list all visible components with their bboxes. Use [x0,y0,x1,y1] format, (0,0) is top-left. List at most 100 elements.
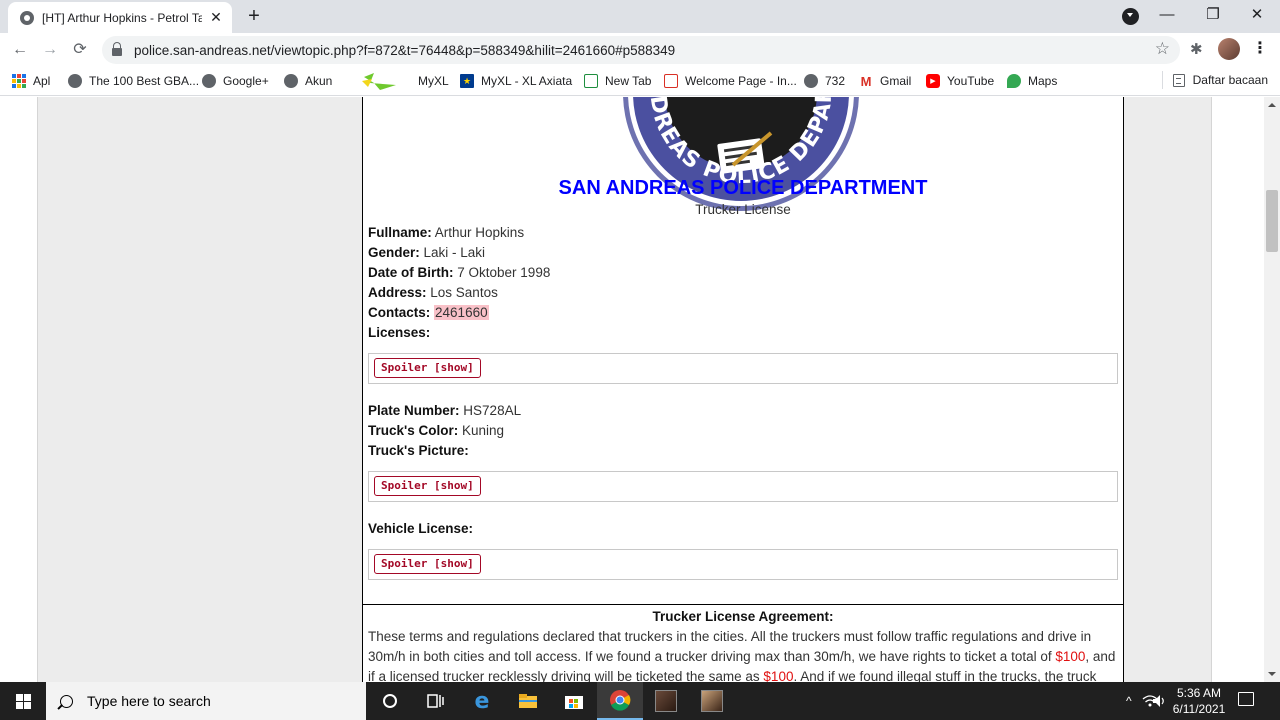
forward-arrow-icon[interactable]: → [38,38,62,62]
reload-icon[interactable]: ⟳ [68,38,92,62]
menu-kebab-icon[interactable]: ⋮ [1250,38,1270,58]
licenses-row: Licenses: [368,325,430,340]
clock-time: 5:36 AM [1176,686,1222,700]
field-label: Vehicle License: [368,521,474,536]
minimize-button[interactable]: — [1144,0,1190,32]
back-arrow-icon[interactable]: ← [8,38,32,62]
field-label: Truck's Color: [368,423,459,438]
dob-row: Date of Birth: 7 Oktober 1998 [368,265,550,280]
scroll-up-arrow-icon[interactable] [1268,103,1276,107]
license-type: Trucker License [695,202,791,217]
system-clock[interactable]: 5:36 AM 6/11/2021 [1166,685,1232,717]
taskbar-search-box[interactable]: Type here to search [46,682,366,720]
bookmark-label: YouTube [947,74,995,88]
search-icon [60,694,73,708]
bookmark-label: Apl [33,74,51,88]
bookmark-label: MyXL - XL Axiata [481,74,573,88]
apps-grid-icon [12,74,26,88]
spoiler-box: Spoiler [show] [368,471,1118,502]
bookmark-apps[interactable]: Apl [12,71,50,91]
bookmark-star-icon[interactable]: ☆ [1155,39,1170,59]
myxl-icon [362,73,396,90]
page-viewport: SAN ANDREAS POLICE DEPARTMENT SAN ANDREA… [0,97,1264,682]
field-label: Address: [368,285,427,300]
task-view-icon[interactable] [413,682,459,720]
tab-strip: [HT] Arthur Hopkins - Petrol Tank ✕ + — … [0,0,1280,33]
file-explorer-icon[interactable] [505,682,551,720]
bookmark-item[interactable]: ★ MyXL - XL Axiata [460,71,572,91]
contacts-value-highlight: 2461660 [434,305,489,320]
globe-icon [804,74,818,88]
bookmark-item[interactable]: Welcome Page - In... [664,71,797,91]
bookmark-label: Welcome Page - In... [685,74,797,88]
address-bar[interactable]: police.san-andreas.net/viewtopic.php?f=8… [102,36,1180,64]
bookmark-item[interactable]: The 100 Best GBA... [68,71,199,91]
edge-browser-icon[interactable]: e [459,682,505,720]
url-text[interactable]: police.san-andreas.net/viewtopic.php?f=8… [134,43,675,58]
bookmark-item[interactable]: Akun [284,71,332,91]
address-value: Los Santos [430,285,498,300]
field-label: Plate Number: [368,403,460,418]
bookmark-item[interactable]: Maps [1007,71,1057,91]
globe-icon [68,74,82,88]
agreement-title: Trucker License Agreement: [652,609,834,624]
windows-start-icon[interactable] [0,682,46,720]
bookmark-label: MyXL [418,74,449,88]
tab-search-icon[interactable] [1122,8,1139,25]
fine-amount: $100 [763,669,794,682]
spoiler-show-button[interactable]: Spoiler [show] [374,554,481,574]
license-agreement-box: Trucker License Agreement: These terms a… [362,604,1124,682]
reading-list-label: Daftar bacaan [1192,73,1268,87]
field-label: Contacts: [368,305,431,320]
bookmark-item[interactable]: M Gmail [859,71,912,91]
cortana-circle-icon[interactable] [367,682,413,720]
scroll-down-arrow-icon[interactable] [1268,672,1276,676]
new-tab-button[interactable]: + [244,5,264,28]
youtube-icon: ▶ [926,74,940,88]
field-label: Truck's Picture: [368,443,469,458]
profile-avatar[interactable] [1218,38,1240,60]
fullname-value: Arthur Hopkins [434,225,525,240]
lock-icon[interactable] [112,42,122,56]
home-icon [664,74,678,88]
globe-icon [284,74,298,88]
bookmark-label: Akun [305,74,333,88]
window-close-button[interactable]: ✕ [1234,0,1280,32]
dob-value: 7 Oktober 1998 [457,265,551,280]
gender-row: Gender: Laki - Laki [368,245,485,260]
browser-toolbar: ← → ⟳ police.san-andreas.net/viewtopic.p… [0,33,1280,66]
game-app-icon[interactable] [689,682,735,720]
plate-value: HS728AL [463,403,522,418]
bookmark-item[interactable]: Google+ [202,71,269,91]
newtab-icon [584,74,598,88]
tab-close-button[interactable]: ✕ [208,9,224,26]
tab-title: [HT] Arthur Hopkins - Petrol Tank [42,10,202,25]
vertical-scrollbar[interactable] [1264,97,1280,682]
reading-list[interactable]: Daftar bacaan [1161,71,1268,89]
spoiler-box: Spoiler [show] [368,353,1118,384]
microsoft-store-icon[interactable] [551,682,597,720]
bookmark-item[interactable]: 732 [804,71,845,91]
address-row: Address: Los Santos [368,285,498,300]
plate-row: Plate Number: HS728AL [368,403,521,418]
spoiler-show-button[interactable]: Spoiler [show] [374,476,481,496]
bookmark-item[interactable]: ▶ YouTube [926,71,994,91]
chrome-taskbar-icon[interactable] [597,682,643,720]
department-title: SAN ANDREAS POLICE DEPARTMENT [558,177,928,199]
scrollbar-thumb[interactable] [1266,190,1278,252]
extensions-puzzle-icon[interactable]: ✱ [1190,40,1203,58]
notification-center-icon[interactable] [1238,692,1254,706]
volume-icon[interactable] [1152,682,1166,720]
gmail-icon: M [860,73,872,89]
show-hidden-icons-chevron-icon[interactable]: ^ [1126,682,1132,720]
windows-taskbar: Type here to search e ^ 5:36 AM 6/11/202… [0,682,1280,720]
game-app-icon[interactable] [643,682,689,720]
spoiler-show-button[interactable]: Spoiler [show] [374,358,481,378]
truck-color-row: Truck's Color: Kuning [368,423,504,438]
bookmark-item[interactable]: MyXL [360,71,449,91]
globe-icon [20,10,34,25]
restore-button[interactable]: ❐ [1190,0,1236,32]
field-label: Licenses: [368,325,431,340]
bookmark-item[interactable]: New Tab [584,71,651,91]
browser-tab[interactable]: [HT] Arthur Hopkins - Petrol Tank ✕ [8,2,232,33]
